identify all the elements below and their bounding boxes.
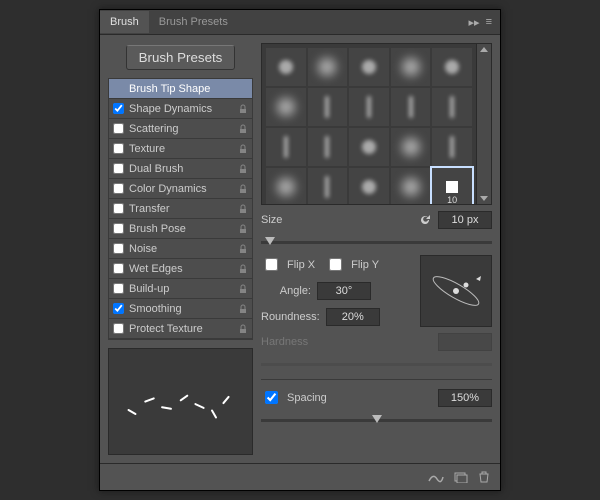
option-checkbox[interactable]: [113, 303, 124, 314]
toggle-icon[interactable]: ▸▸: [469, 16, 480, 29]
option-checkbox[interactable]: [113, 203, 124, 214]
option-checkbox[interactable]: [113, 183, 124, 194]
lock-icon[interactable]: [238, 144, 248, 154]
lock-icon[interactable]: [238, 284, 248, 294]
lock-icon[interactable]: [238, 264, 248, 274]
roundness-label: Roundness:: [261, 311, 320, 323]
option-brush-pose[interactable]: Brush Pose: [109, 219, 252, 239]
size-slider[interactable]: [261, 235, 492, 249]
roundness-field[interactable]: [326, 308, 380, 326]
lock-icon[interactable]: [238, 104, 248, 114]
lock-icon[interactable]: [238, 124, 248, 134]
right-column: 10 Size Flip X Flip Y Angle: Roundness:: [261, 43, 492, 455]
option-scattering[interactable]: Scattering: [109, 119, 252, 139]
hardness-field: [438, 333, 492, 351]
option-label: Brush Tip Shape: [129, 83, 248, 95]
option-label: Smoothing: [129, 303, 233, 315]
option-label: Transfer: [129, 203, 233, 215]
brush-grid: 10: [261, 43, 492, 205]
hardness-slider: [261, 357, 492, 371]
grid-scrollbar[interactable]: [476, 44, 491, 204]
hardness-row: Hardness: [261, 333, 492, 351]
option-label: Dual Brush: [129, 163, 233, 175]
option-label: Protect Texture: [129, 323, 233, 335]
option-label: Noise: [129, 243, 233, 255]
lock-icon[interactable]: [238, 304, 248, 314]
option-checkbox[interactable]: [113, 263, 124, 274]
option-label: Scattering: [129, 123, 233, 135]
angle-field[interactable]: [317, 282, 371, 300]
flip-x-checkbox[interactable]: Flip X: [261, 255, 315, 274]
panel-footer: [100, 463, 500, 490]
option-brush-tip-shape[interactable]: Brush Tip Shape: [109, 79, 252, 99]
option-wet-edges[interactable]: Wet Edges: [109, 259, 252, 279]
tab-brush[interactable]: Brush: [100, 11, 149, 33]
brush-presets-button[interactable]: Brush Presets: [126, 45, 236, 70]
menu-icon[interactable]: ≡: [486, 16, 492, 29]
lock-icon[interactable]: [238, 164, 248, 174]
option-texture[interactable]: Texture: [109, 139, 252, 159]
tab-brush-presets[interactable]: Brush Presets: [149, 11, 238, 33]
brush-thumbnails[interactable]: 10: [262, 44, 476, 204]
size-label: Size: [261, 214, 412, 226]
option-protect-texture[interactable]: Protect Texture: [109, 319, 252, 339]
lock-icon[interactable]: [238, 224, 248, 234]
left-column: Brush Presets Brush Tip Shape Shape Dynam…: [108, 43, 253, 455]
size-field[interactable]: [438, 211, 492, 229]
angle-control[interactable]: [420, 255, 492, 327]
option-label: Color Dynamics: [129, 183, 233, 195]
option-checkbox[interactable]: [113, 283, 124, 294]
toggle-preview-icon[interactable]: [428, 471, 444, 483]
option-label: Wet Edges: [129, 263, 233, 275]
new-preset-icon[interactable]: [454, 471, 468, 483]
option-smoothing[interactable]: Smoothing: [109, 299, 252, 319]
options-list: Brush Tip Shape Shape Dynamics Scattering T…: [108, 78, 253, 340]
brush-panel: Brush Brush Presets ▸▸ ≡ Brush Presets B…: [99, 9, 501, 491]
flip-y-checkbox[interactable]: Flip Y: [325, 255, 379, 274]
option-label: Build-up: [129, 283, 233, 295]
option-checkbox[interactable]: [113, 163, 124, 174]
spacing-field[interactable]: [438, 389, 492, 407]
spacing-row: Spacing: [261, 388, 492, 407]
lock-icon[interactable]: [238, 204, 248, 214]
lock-icon[interactable]: [238, 324, 248, 334]
spacing-slider[interactable]: [261, 413, 492, 427]
option-checkbox[interactable]: [113, 223, 124, 234]
angle-label: Angle:: [261, 285, 311, 297]
option-checkbox[interactable]: [113, 243, 124, 254]
size-row: Size: [261, 211, 492, 229]
option-noise[interactable]: Noise: [109, 239, 252, 259]
scroll-up-icon[interactable]: [480, 47, 488, 52]
option-shape-dynamics[interactable]: Shape Dynamics: [109, 99, 252, 119]
brush-thumb-selected[interactable]: 10: [432, 168, 472, 204]
spacing-checkbox[interactable]: Spacing: [261, 388, 327, 407]
option-label: Shape Dynamics: [129, 103, 233, 115]
option-dual-brush[interactable]: Dual Brush: [109, 159, 252, 179]
scroll-down-icon[interactable]: [480, 196, 488, 201]
option-label: Texture: [129, 143, 233, 155]
hardness-label: Hardness: [261, 336, 432, 348]
tab-bar: Brush Brush Presets ▸▸ ≡: [100, 10, 500, 35]
option-checkbox[interactable]: [113, 323, 124, 334]
option-transfer[interactable]: Transfer: [109, 199, 252, 219]
lock-icon[interactable]: [238, 184, 248, 194]
option-label: Brush Pose: [129, 223, 233, 235]
stroke-preview: [108, 348, 253, 455]
lock-icon[interactable]: [238, 244, 248, 254]
option-checkbox[interactable]: [113, 143, 124, 154]
reset-size-icon[interactable]: [418, 214, 432, 226]
option-color-dynamics[interactable]: Color Dynamics: [109, 179, 252, 199]
option-checkbox[interactable]: [113, 103, 124, 114]
trash-icon[interactable]: [478, 471, 490, 483]
option-build-up[interactable]: Build-up: [109, 279, 252, 299]
option-checkbox[interactable]: [113, 123, 124, 134]
